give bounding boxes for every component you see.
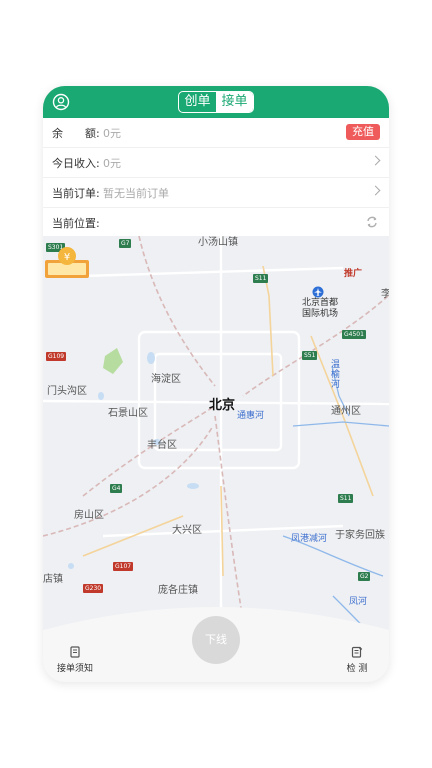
mode-switch: 创单 接单	[178, 91, 254, 113]
balance-row: 余 额: 0元 充值	[43, 118, 389, 148]
tab-accept-order[interactable]: 接单	[216, 92, 253, 112]
order-notice-label: 接单须知	[56, 664, 93, 674]
map-label: 石景山区	[108, 408, 148, 419]
detect-label: 检 测	[346, 664, 368, 674]
park-area	[103, 348, 123, 374]
promotion-label: 推广	[344, 269, 363, 279]
checklist-icon	[351, 646, 363, 658]
order-notice-button[interactable]: 接单须知	[55, 646, 95, 674]
map-label: 店镇	[43, 574, 63, 585]
highway-shield: S11	[253, 274, 269, 283]
refresh-location-icon[interactable]	[365, 215, 379, 229]
river-label: 凤港减河	[291, 534, 328, 544]
map-label: 房山区	[74, 510, 104, 521]
tab-create-order[interactable]: 创单	[179, 92, 216, 112]
balance-value: 0元	[103, 127, 121, 140]
map-label: 门头沟区	[47, 386, 87, 397]
header-bar: 创单 接单	[43, 86, 389, 118]
highway-shield: G7	[119, 239, 132, 248]
current-order-label: 当前订单:	[52, 187, 100, 200]
highway-shield: G230	[83, 584, 104, 593]
highway-shield: G109	[46, 352, 67, 361]
balance-label: 余 额:	[52, 127, 100, 140]
map-label: 于家务回族	[335, 530, 385, 541]
map-label: 通州区	[331, 406, 361, 417]
map-label: 小汤山镇	[198, 237, 238, 248]
map-label: 大兴区	[172, 525, 202, 536]
current-order-value: 暂无当前订单	[103, 187, 169, 200]
city-label: 北京	[209, 398, 236, 413]
airport-icon	[312, 286, 324, 298]
map-label: 李	[381, 289, 389, 300]
chevron-right-icon	[370, 185, 381, 196]
river-label: 通惠河	[237, 411, 265, 421]
current-order-row[interactable]: 当前订单: 暂无当前订单	[43, 178, 389, 208]
today-income-value: 0元	[103, 157, 121, 170]
airport-label: 北京首都国际机场	[301, 298, 338, 319]
promotion-button[interactable]: ¥	[43, 246, 91, 280]
today-income-label: 今日收入:	[52, 157, 100, 170]
chevron-right-icon	[370, 155, 381, 166]
map-label: 丰台区	[147, 440, 177, 451]
go-offline-button[interactable]: 下线	[192, 616, 240, 664]
map-label: 海淀区	[151, 374, 181, 385]
highway-shield: S11	[338, 494, 354, 503]
highway-shield: S51	[302, 351, 318, 360]
info-panel: 余 额: 0元 充值 今日收入: 0元 当前订单: 暂无当前订单 当前位置:	[43, 118, 389, 237]
highway-shield: G4501	[342, 330, 366, 339]
today-income-row[interactable]: 今日收入: 0元	[43, 148, 389, 178]
map-label: 庞各庄镇	[158, 585, 198, 596]
river-label: 温榆河	[331, 360, 341, 390]
svg-text:¥: ¥	[64, 252, 70, 263]
detect-button[interactable]: 检 测	[339, 646, 375, 674]
user-icon[interactable]	[52, 93, 70, 111]
highway-shield: G4	[110, 484, 123, 493]
app-window: 创单 接单 余 额: 0元 充值 今日收入: 0元 当前订单: 暂无当前订单 当…	[43, 86, 389, 682]
book-icon	[70, 646, 80, 658]
highway-shield: G2	[358, 572, 371, 581]
highway-shield: G107	[113, 562, 134, 571]
current-location-label: 当前位置:	[52, 217, 100, 230]
recharge-button[interactable]: 充值	[346, 124, 380, 140]
